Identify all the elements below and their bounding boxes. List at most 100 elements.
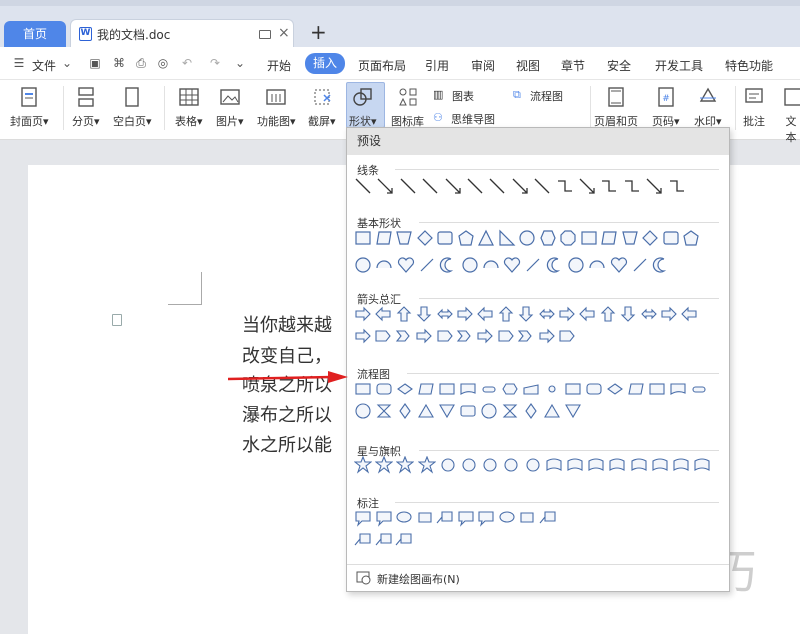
shape-option[interactable] [652,256,670,274]
shape-option[interactable] [415,305,433,323]
shape-option[interactable] [498,509,516,527]
format-painter-icon[interactable]: ⌘ [112,56,126,70]
shape-option[interactable] [518,509,536,527]
shape-option[interactable] [457,509,475,527]
picture-button[interactable]: 图片▾ [216,86,244,129]
shape-option[interactable] [354,177,372,195]
shape-option[interactable] [456,327,474,345]
redo-icon[interactable]: ↷ [208,56,222,70]
shape-option[interactable] [477,229,495,247]
menu-features[interactable]: 特色功能 [725,57,773,74]
shape-option[interactable] [480,402,498,420]
shape-option[interactable] [558,305,576,323]
shape-option[interactable] [497,305,515,323]
shape-option[interactable] [375,402,393,420]
shape-option[interactable] [543,380,561,398]
shape-option[interactable] [439,456,457,474]
shape-option[interactable] [374,327,392,345]
shape-option[interactable] [415,327,433,345]
shape-option[interactable] [585,380,603,398]
shape-option[interactable] [623,177,641,195]
text-button[interactable]: 文本 [782,86,800,145]
shape-option[interactable] [621,229,639,247]
shape-option[interactable] [476,305,494,323]
shape-option[interactable] [354,229,372,247]
menu-start[interactable]: 开始 [267,57,291,74]
shape-option[interactable] [651,456,669,474]
shape-option[interactable] [660,305,678,323]
shape-option[interactable] [522,380,540,398]
shape-option[interactable] [690,380,708,398]
shape-option[interactable] [444,177,462,195]
shape-option[interactable] [459,402,477,420]
shape-option[interactable] [645,177,663,195]
shape-option[interactable] [396,456,415,474]
shape-option[interactable] [543,402,561,420]
shape-option[interactable] [416,229,434,247]
shape-option[interactable] [524,256,542,274]
doc-line-2[interactable]: 改变自己， [242,342,346,368]
shape-option[interactable] [439,256,457,274]
shape-option[interactable] [416,509,434,527]
shape-option[interactable] [354,305,372,323]
shape-option[interactable] [669,380,687,398]
shape-option[interactable] [354,402,372,420]
shape-option[interactable] [511,177,529,195]
save-icon[interactable]: ▣ [88,56,102,70]
shape-option[interactable] [375,509,393,527]
shape-option[interactable] [631,256,649,274]
shape-option[interactable] [488,177,506,195]
shape-option[interactable] [417,456,436,474]
icon-library-button[interactable]: 图标库 [391,86,424,129]
new-drawing-canvas[interactable]: 新建绘图画布(N) [377,571,460,587]
menu-insert[interactable]: 插入 [305,53,345,74]
shape-option[interactable] [375,229,393,247]
shape-option[interactable] [480,380,498,398]
print-icon[interactable]: ⎙ [134,56,148,70]
shape-option[interactable] [438,380,456,398]
doc-line-1[interactable]: 当你越来越 [242,311,346,337]
shape-option[interactable] [397,256,415,274]
page-number-button[interactable]: # 页码▾ [652,86,680,129]
shape-option[interactable] [599,305,617,323]
shape-option[interactable] [517,305,535,323]
shape-option[interactable] [497,327,515,345]
comment-button[interactable]: 批注 [743,86,765,129]
shape-option[interactable] [376,177,394,195]
shape-option[interactable] [588,256,606,274]
shape-option[interactable] [503,256,521,274]
shape-option[interactable] [682,229,700,247]
tab-home[interactable]: 首页 [4,21,66,47]
table-button[interactable]: 表格▾ [175,86,203,129]
shape-option[interactable] [354,509,372,527]
shape-option[interactable] [354,531,372,549]
shape-option[interactable] [538,305,556,323]
screenshot-button[interactable]: 截屏▾ [308,86,336,129]
chart-button[interactable]: 图表 [452,88,474,104]
menu-chapter[interactable]: 章节 [561,57,585,74]
shape-option[interactable] [524,456,542,474]
shape-option[interactable] [680,305,698,323]
preview-icon[interactable]: ◎ [156,56,170,70]
shape-option[interactable] [501,380,519,398]
shape-option[interactable] [396,380,414,398]
shape-option[interactable] [559,229,577,247]
shape-option[interactable] [477,509,495,527]
monitor-icon[interactable] [259,30,271,39]
shape-option[interactable] [396,402,414,420]
shape-option[interactable] [672,456,690,474]
shape-option[interactable] [457,229,475,247]
shape-option[interactable] [662,229,680,247]
shape-option[interactable] [517,327,535,345]
shape-option[interactable] [564,402,582,420]
shape-option[interactable] [481,456,499,474]
shape-option[interactable] [460,456,478,474]
shape-option[interactable] [354,256,372,274]
shape-option[interactable] [538,327,556,345]
shape-option[interactable] [436,305,454,323]
tab-document[interactable]: W 我的文档.doc × [70,19,294,47]
shape-option[interactable] [482,256,500,274]
mindmap-icon[interactable]: ⚇ [433,111,443,124]
shape-option[interactable] [502,456,520,474]
shape-option[interactable] [539,509,557,527]
